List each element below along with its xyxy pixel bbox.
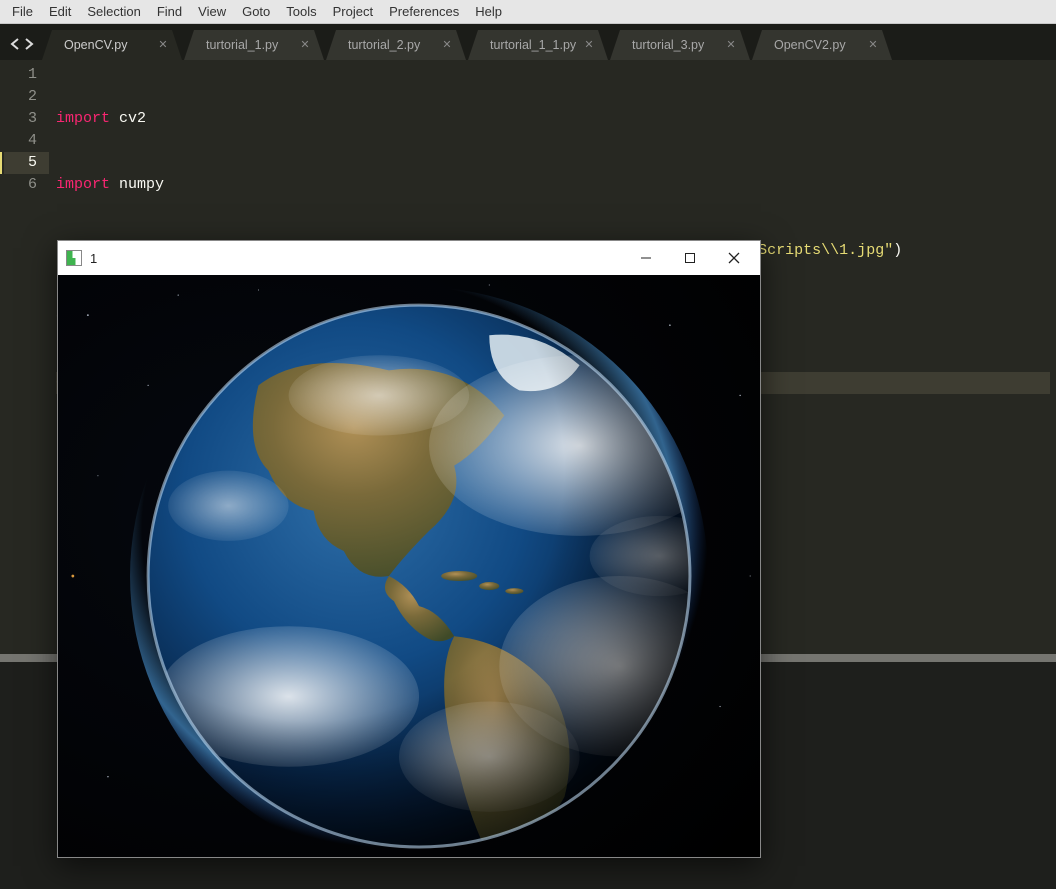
tab-bar: OpenCV.py ✕ turtorial_1.py ✕ turtorial_2… xyxy=(0,24,1056,60)
tab-opencv2-py[interactable]: OpenCV2.py ✕ xyxy=(752,30,892,60)
close-icon[interactable]: ✕ xyxy=(158,40,168,50)
line-number: 3 xyxy=(4,108,37,130)
tab-label: OpenCV2.py xyxy=(774,38,846,52)
menu-edit[interactable]: Edit xyxy=(41,2,79,21)
close-icon[interactable]: ✕ xyxy=(300,40,310,50)
tab-turtorial-2-py[interactable]: turtorial_2.py ✕ xyxy=(326,30,466,60)
tab-prev-icon[interactable] xyxy=(10,38,20,50)
menu-preferences[interactable]: Preferences xyxy=(381,2,467,21)
earth-image xyxy=(58,275,760,857)
tab-turtorial-3-py[interactable]: turtorial_3.py ✕ xyxy=(610,30,750,60)
window-title-left: 1 xyxy=(66,250,97,266)
code-line: import numpy xyxy=(56,174,1050,196)
close-button[interactable] xyxy=(712,243,756,273)
close-icon[interactable]: ✕ xyxy=(726,40,736,50)
maximize-icon xyxy=(684,252,696,264)
close-icon[interactable]: ✕ xyxy=(584,40,594,50)
window-controls xyxy=(624,243,756,273)
close-icon[interactable]: ✕ xyxy=(868,40,878,50)
window-titlebar[interactable]: 1 xyxy=(58,241,760,275)
menu-selection[interactable]: Selection xyxy=(79,2,148,21)
tab-label: turtorial_2.py xyxy=(348,38,420,52)
menu-project[interactable]: Project xyxy=(325,2,381,21)
menu-bar: File Edit Selection Find View Goto Tools… xyxy=(0,0,1056,24)
menu-view[interactable]: View xyxy=(190,2,234,21)
tab-label: turtorial_1_1.py xyxy=(490,38,576,52)
tab-label: turtorial_1.py xyxy=(206,38,278,52)
menu-find[interactable]: Find xyxy=(149,2,190,21)
line-number: 2 xyxy=(4,86,37,108)
maximize-button[interactable] xyxy=(668,243,712,273)
tab-next-icon[interactable] xyxy=(24,38,34,50)
line-number-gutter: 1 2 3 4 5 6 xyxy=(0,60,50,654)
close-icon[interactable]: ✕ xyxy=(442,40,452,50)
image-content xyxy=(58,275,760,857)
minimize-button[interactable] xyxy=(624,243,668,273)
line-number: 1 xyxy=(4,64,37,86)
close-icon xyxy=(728,252,740,264)
tab-nav-arrows xyxy=(4,38,42,60)
line-number: 4 xyxy=(4,130,37,152)
image-window: 1 xyxy=(57,240,761,858)
line-number-active: 5 xyxy=(4,152,49,174)
menu-goto[interactable]: Goto xyxy=(234,2,278,21)
tab-turtorial-1-py[interactable]: turtorial_1.py ✕ xyxy=(184,30,324,60)
line-number: 6 xyxy=(4,174,37,196)
tab-turtorial-1-1-py[interactable]: turtorial_1_1.py ✕ xyxy=(468,30,608,60)
code-line: import cv2 xyxy=(56,108,1050,130)
tab-label: OpenCV.py xyxy=(64,38,127,52)
menu-help[interactable]: Help xyxy=(467,2,510,21)
menu-tools[interactable]: Tools xyxy=(278,2,324,21)
tab-label: turtorial_3.py xyxy=(632,38,704,52)
tab-opencv-py[interactable]: OpenCV.py ✕ xyxy=(42,30,182,60)
minimize-icon xyxy=(640,252,652,264)
menu-file[interactable]: File xyxy=(4,2,41,21)
window-title: 1 xyxy=(90,251,97,266)
app-icon xyxy=(66,250,82,266)
